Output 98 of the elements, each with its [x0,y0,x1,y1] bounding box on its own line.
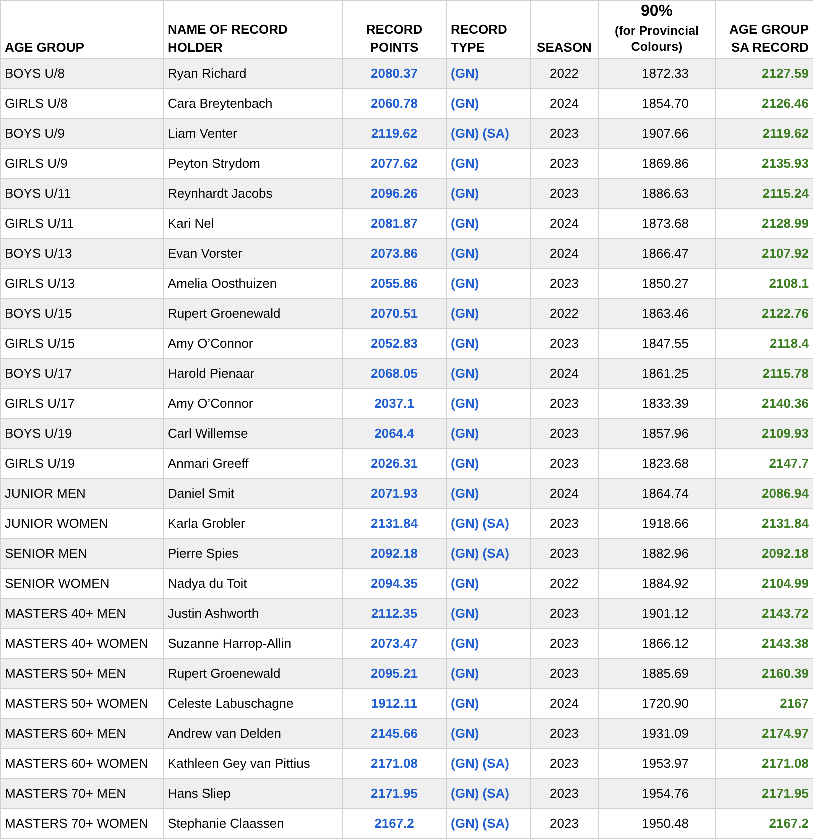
table-cell: 2023 [530,658,598,689]
table-cell: 2095.21 [342,658,446,689]
table-cell: (GN) [446,478,530,509]
table-cell: Evan Vorster [164,238,342,269]
table-cell: Daniel Smit [164,478,342,509]
table-cell: BOYS U/8 [0,58,164,89]
table-cell: BOYS U/9 [0,118,164,149]
table-cell: (GN) [446,418,530,449]
table-cell: 2023 [530,718,598,749]
table-cell: 1863.46 [598,298,716,329]
table-cell: 1950.48 [598,808,716,839]
table-cell: 2167.2 [342,808,446,839]
table-cell: 2022 [530,58,598,89]
table-cell: 2112.35 [342,598,446,629]
table-cell: MASTERS 70+ MEN [0,778,164,809]
table-cell: MASTERS 40+ MEN [0,598,164,629]
table-cell: (GN) (SA) [446,808,530,839]
table-cell: 2160.39 [716,658,813,689]
table-cell: (GN) [446,238,530,269]
table-cell: 2092.18 [716,538,813,569]
table-cell: 2073.86 [342,238,446,269]
table-cell: Ryan Richard [164,58,342,89]
table-cell: 1861.25 [598,358,716,389]
table-cell: MASTERS 60+ MEN [0,718,164,749]
table-cell: Andrew van Delden [164,718,342,749]
table-cell: (GN) [446,178,530,209]
table-cell: 2023 [530,118,598,149]
table-cell: 1901.12 [598,598,716,629]
table-cell: 1954.76 [598,778,716,809]
table-cell: 2023 [530,418,598,449]
table-cell: 2024 [530,358,598,389]
table-cell: BOYS U/13 [0,238,164,269]
table-cell: JUNIOR MEN [0,478,164,509]
table-cell: MASTERS 50+ MEN [0,658,164,689]
table-cell: 2145.66 [342,718,446,749]
table-cell: 2115.78 [716,358,813,389]
table-cell: 2143.72 [716,598,813,629]
table-cell: 2023 [530,598,598,629]
table-cell: 2115.24 [716,178,813,209]
table-cell: Justin Ashworth [164,598,342,629]
table-cell: 2109.93 [716,418,813,449]
table-cell: 2174.97 [716,718,813,749]
table-cell: 2023 [530,808,598,839]
table-cell: 1886.63 [598,178,716,209]
table-cell: (GN) [446,358,530,389]
table-cell: MASTERS 70+ WOMEN [0,808,164,839]
table-cell: Rupert Groenewald [164,298,342,329]
column-header: AGE GROUP [0,0,164,59]
table-cell: BOYS U/19 [0,418,164,449]
table-cell: 2092.18 [342,538,446,569]
table-cell: 2022 [530,298,598,329]
table-cell: (GN) [446,58,530,89]
table-cell: 1864.74 [598,478,716,509]
table-cell: Stephanie Claassen [164,808,342,839]
table-cell: 1872.33 [598,58,716,89]
table-cell: Liam Venter [164,118,342,149]
table-cell: (GN) [446,718,530,749]
table-cell: SENIOR MEN [0,538,164,569]
table-cell: (GN) (SA) [446,538,530,569]
table-cell: (GN) [446,298,530,329]
table-cell: Carl Willemse [164,418,342,449]
table-cell: 2171.95 [342,778,446,809]
table-cell: Hans Sliep [164,778,342,809]
table-cell: 2071.93 [342,478,446,509]
table-cell: 2119.62 [716,118,813,149]
table-cell: 1931.09 [598,718,716,749]
table-cell: (GN) [446,658,530,689]
table-cell: 2096.26 [342,178,446,209]
table-cell: 2023 [530,178,598,209]
table-cell: 2023 [530,538,598,569]
table-cell: 2024 [530,238,598,269]
table-cell: Rupert Groenewald [164,658,342,689]
table-cell: 1885.69 [598,658,716,689]
table-cell: 2122.76 [716,298,813,329]
table-cell: BOYS U/17 [0,358,164,389]
table-cell: 2119.62 [342,118,446,149]
table-cell: 2080.37 [342,58,446,89]
table-cell: 2127.59 [716,58,813,89]
table-cell: 2107.92 [716,238,813,269]
table-cell: Reynhardt Jacobs [164,178,342,209]
table-cell: Pierre Spies [164,538,342,569]
table-cell: 1907.66 [598,118,716,149]
table-cell: 2064.4 [342,418,446,449]
table-cell: BOYS U/11 [0,178,164,209]
table-cell: 1857.96 [598,418,716,449]
table-cell: 1866.47 [598,238,716,269]
table-cell: 2068.05 [342,358,446,389]
table-cell: BOYS U/15 [0,298,164,329]
table-cell: 1882.96 [598,538,716,569]
table-cell: (GN) (SA) [446,778,530,809]
table-cell: 2070.51 [342,298,446,329]
table-cell: 2024 [530,478,598,509]
table-cell: 2086.94 [716,478,813,509]
table-cell: (GN) [446,598,530,629]
table-cell: 2023 [530,778,598,809]
table-cell: Harold Pienaar [164,358,342,389]
table-cell: 2171.95 [716,778,813,809]
table-cell: (GN) (SA) [446,118,530,149]
